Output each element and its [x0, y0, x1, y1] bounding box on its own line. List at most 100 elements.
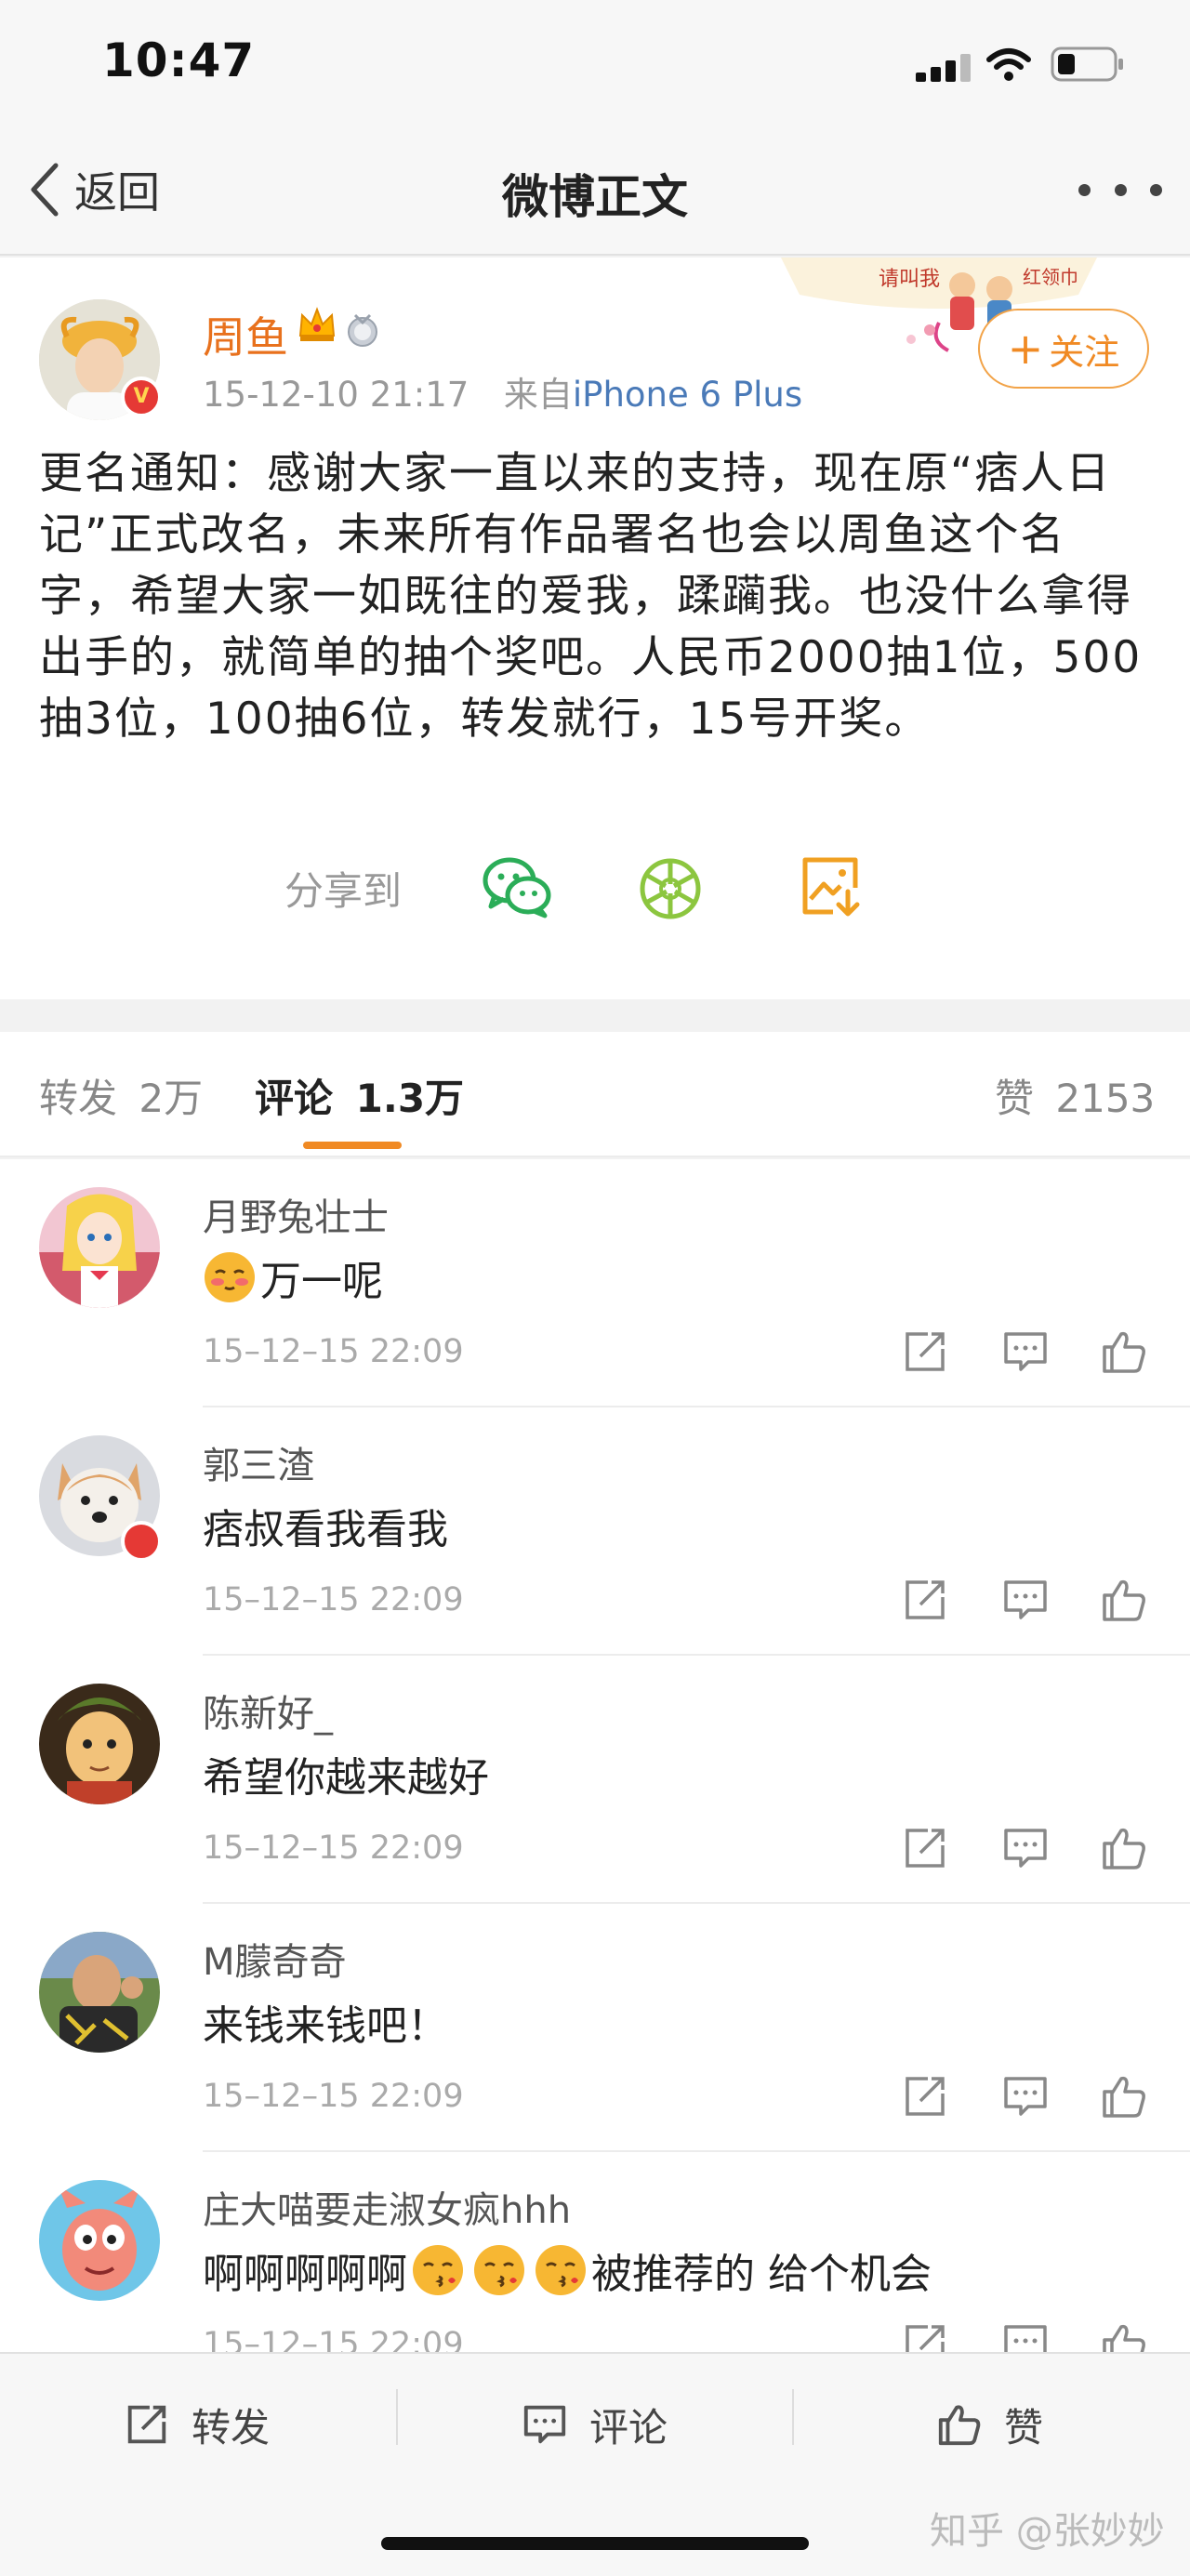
comment-time: 15–12–15 22:09: [203, 1830, 464, 1867]
comment-time: 15–12–15 22:09: [203, 2326, 464, 2352]
battery-icon: [1051, 46, 1123, 82]
comment-label: 评论: [589, 2404, 668, 2451]
comment-item: 月野兔壮士 万一呢 15–12–15 22:09: [0, 1159, 1190, 1407]
tab-likes-count: 2153: [1055, 1076, 1156, 1121]
like-icon: [938, 2405, 981, 2446]
follow-button[interactable]: + 关注: [978, 309, 1149, 389]
comment-time: 15–12–15 22:09: [203, 2078, 464, 2115]
divider: [396, 2389, 398, 2445]
comment-text: 痞叔看我看我: [203, 1506, 448, 1553]
verified-badge-icon: [121, 1521, 162, 1562]
tab-reposts[interactable]: 转发 2万: [39, 1067, 203, 1124]
commenter-avatar[interactable]: [39, 1684, 160, 1804]
comment-icon[interactable]: [1000, 1575, 1051, 1625]
post-meta: 15-12-10 21:17 来自iPhone 6 Plus: [203, 366, 802, 416]
post-source-prefix: 来自: [503, 375, 573, 415]
comment-item: M朦奇奇 来钱来钱吧！ 15–12–15 22:09: [0, 1904, 1190, 2152]
like-icon[interactable]: [1099, 2319, 1149, 2352]
comment-text-content: 被推荐的 给个机会: [591, 2251, 932, 2298]
post-tabs: 转发 2万 评论 1.3万 赞 2153: [0, 1032, 1190, 1157]
more-options-button[interactable]: [1078, 169, 1162, 210]
navigation-bar: [0, 139, 1190, 256]
author-name[interactable]: 周鱼: [203, 304, 288, 365]
repost-button[interactable]: 转发: [123, 2391, 270, 2458]
comment-text: 来钱来钱吧！: [203, 2002, 448, 2050]
plus-icon: +: [1007, 324, 1044, 374]
comment-item: 庄大喵要走淑女疯hhh 啊啊啊啊啊 被推荐的 给个机会 15–12–15 22:…: [0, 2152, 1190, 2352]
comment-time: 15–12–15 22:09: [203, 1581, 464, 1618]
like-icon[interactable]: [1099, 1823, 1149, 1873]
home-indicator[interactable]: [381, 2537, 809, 2550]
cellular-signal-icon: [916, 54, 972, 82]
repost-icon[interactable]: [900, 1327, 950, 1377]
comment-item: 陈新好_ 希望你越来越好 15–12–15 22:09: [0, 1656, 1190, 1904]
kiss-face-emoji-icon: [474, 2245, 524, 2295]
comment-list: 月野兔壮士 万一呢 15–12–15 22:09 郭三渣 痞叔看我看我 15–1…: [0, 1159, 1190, 2352]
like-icon[interactable]: [1099, 1575, 1149, 1625]
back-label: 返回: [74, 167, 160, 218]
post-date: 15-12-10 21:17: [203, 375, 469, 415]
tab-likes-label: 赞: [995, 1076, 1035, 1121]
comment-icon[interactable]: [1000, 1327, 1051, 1377]
comment-icon[interactable]: [1000, 2319, 1051, 2352]
more-dot-icon: [1114, 183, 1127, 196]
kiss-face-emoji-icon: [413, 2245, 463, 2295]
commenter-name[interactable]: 陈新好_: [203, 1684, 333, 1737]
comment-time: 15–12–15 22:09: [203, 1333, 464, 1370]
medal-icon: [348, 313, 377, 347]
commenter-name[interactable]: M朦奇奇: [203, 1932, 347, 1986]
shy-face-emoji-icon: [205, 1252, 255, 1302]
comment-icon[interactable]: [1000, 2071, 1051, 2121]
tab-reposts-count: 2万: [139, 1076, 204, 1121]
like-label: 赞: [1004, 2404, 1044, 2451]
verified-badge-icon: V: [121, 376, 162, 417]
tab-likes[interactable]: 赞 2153: [995, 1067, 1155, 1124]
wifi-icon: [986, 48, 1031, 81]
kiss-face-emoji-icon: [536, 2245, 586, 2295]
repost-label: 转发: [192, 2404, 271, 2451]
chevron-left-icon: [31, 163, 59, 217]
comment-item: 郭三渣 痞叔看我看我 15–12–15 22:09: [0, 1407, 1190, 1656]
commenter-name[interactable]: 庄大喵要走淑女疯hhh: [203, 2180, 571, 2234]
post-card: 请叫我 红领巾 V 周鱼 15-12-10 21:17 来自iPhone 6 P…: [0, 258, 1190, 999]
more-dot-icon: [1078, 183, 1091, 196]
commenter-name[interactable]: 月野兔壮士: [203, 1187, 389, 1241]
share-label: 分享到: [284, 868, 403, 914]
back-button[interactable]: 返回: [28, 156, 160, 223]
crown-icon: [298, 307, 336, 341]
repost-icon[interactable]: [900, 1575, 950, 1625]
wechat-icon[interactable]: [482, 854, 552, 919]
commenter-avatar[interactable]: [39, 2180, 160, 2301]
comment-text: 万一呢: [203, 1248, 383, 1307]
like-icon[interactable]: [1099, 2071, 1149, 2121]
tab-comments-count: 1.3万: [355, 1076, 465, 1121]
divider: [792, 2389, 794, 2445]
more-dot-icon: [1150, 183, 1162, 196]
commenter-avatar[interactable]: [39, 1187, 160, 1308]
like-button[interactable]: 赞: [935, 2391, 1043, 2458]
tab-comments[interactable]: 评论 1.3万: [255, 1067, 464, 1124]
repost-icon[interactable]: [900, 2071, 950, 2121]
comment-button[interactable]: 评论: [521, 2391, 668, 2458]
post-body-text: 更名通知：感谢大家一直以来的支持，现在原“痞人日记”正式改名，未来所有作品署名也…: [39, 448, 1143, 745]
status-time: 10:47: [102, 33, 256, 87]
like-icon[interactable]: [1099, 1327, 1149, 1377]
banner-text: 请叫我: [879, 268, 940, 291]
moments-icon[interactable]: [638, 856, 703, 921]
comment-text-content: 万一呢: [260, 1258, 383, 1305]
tab-comments-label: 评论: [255, 1076, 334, 1121]
comment-icon: [523, 2405, 566, 2444]
comment-text: 啊啊啊啊啊 被推荐的 给个机会: [203, 2240, 932, 2300]
commenter-avatar[interactable]: [39, 1932, 160, 2053]
tab-reposts-label: 转发: [39, 1076, 118, 1121]
banner-text: 红领巾: [1023, 266, 1078, 288]
commenter-name[interactable]: 郭三渣: [203, 1435, 314, 1489]
post-source-link[interactable]: iPhone 6 Plus: [573, 375, 802, 415]
save-image-icon[interactable]: [798, 854, 863, 919]
repost-icon[interactable]: [900, 2319, 950, 2352]
follow-label: 关注: [1049, 331, 1120, 373]
repost-icon: [127, 2405, 166, 2444]
watermark-text: 知乎 @张妙妙: [930, 2510, 1165, 2553]
comment-icon[interactable]: [1000, 1823, 1051, 1873]
repost-icon[interactable]: [900, 1823, 950, 1873]
